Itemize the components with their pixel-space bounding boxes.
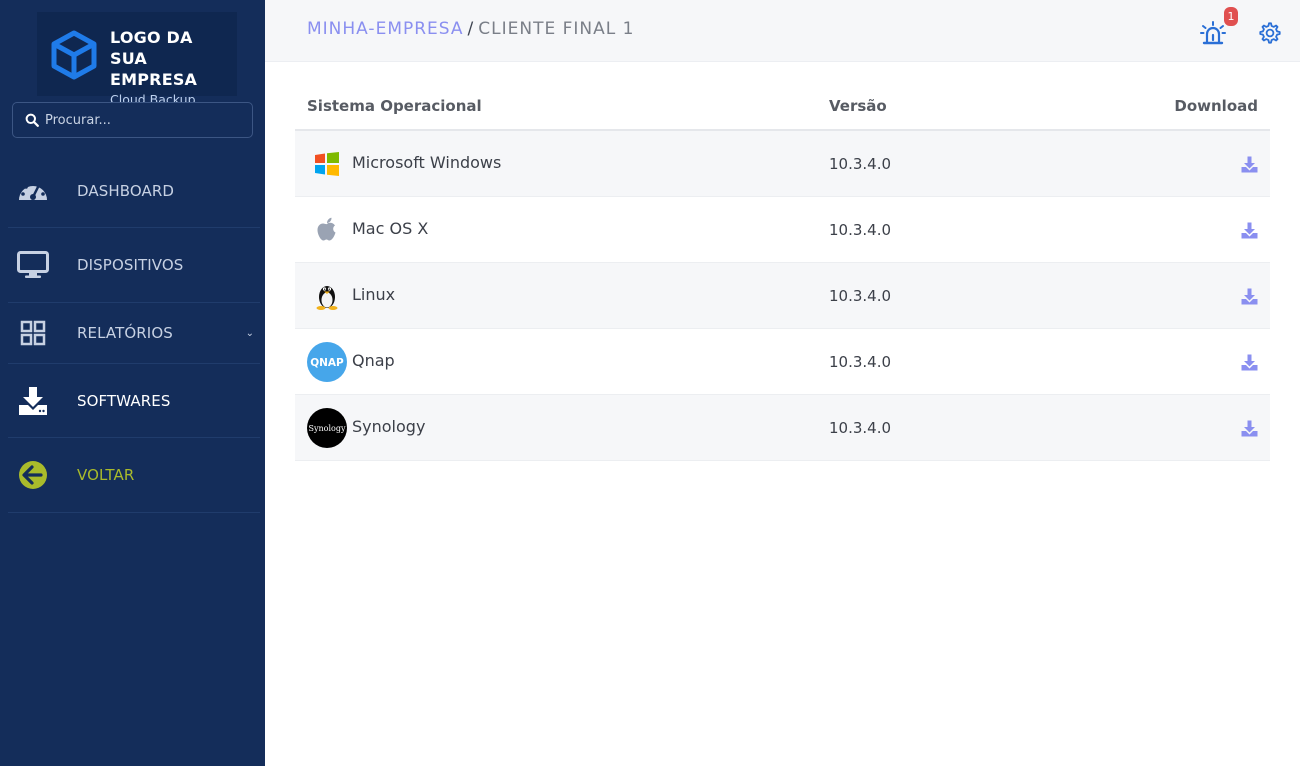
- arrow-left-circle-icon: [16, 458, 50, 492]
- table-header: Sistema Operacional Versão Download: [295, 82, 1270, 131]
- download-icon[interactable]: [1241, 288, 1258, 305]
- sidebar: LOGO DA SUA EMPRESA Cloud Backup DASHBOA…: [0, 0, 265, 766]
- column-header-version: Versão: [829, 97, 887, 115]
- sidebar-item-voltar[interactable]: VOLTAR: [8, 438, 260, 513]
- os-name: Synology: [352, 417, 426, 436]
- sidebar-item-label: DISPOSITIVOS: [77, 256, 184, 274]
- breadcrumb: MINHA-EMPRESA / CLIENTE FINAL 1: [307, 19, 634, 39]
- gear-icon[interactable]: [1258, 21, 1282, 45]
- column-header-download: Download: [1174, 97, 1258, 115]
- version: 10.3.4.0: [829, 287, 892, 305]
- top-header: MINHA-EMPRESA / CLIENTE FINAL 1 1: [265, 0, 1300, 62]
- qnap-logo-icon: QNAP: [307, 342, 347, 382]
- grid-icon: [16, 316, 50, 350]
- tux-penguin-icon: [307, 276, 347, 316]
- windows-logo-icon: [307, 144, 347, 184]
- search-input[interactable]: [45, 112, 235, 128]
- cube-icon: [51, 30, 97, 80]
- sidebar-item-label: SOFTWARES: [77, 391, 171, 410]
- table-row: Mac OS X 10.3.4.0: [295, 197, 1270, 263]
- column-header-os: Sistema Operacional: [307, 97, 482, 115]
- table-row: Synology Synology 10.3.4.0: [295, 395, 1270, 461]
- chevron-down-icon[interactable]: ⌄: [246, 328, 254, 339]
- sidebar-item-label: DASHBOARD: [77, 181, 175, 200]
- qnap-logo-text: QNAP: [310, 357, 344, 369]
- sidebar-item-softwares[interactable]: SOFTWARES: [8, 364, 260, 438]
- download-icon[interactable]: [1241, 156, 1258, 173]
- sidebar-item-relatorios[interactable]: RELATÓRIOS ⌄: [8, 303, 260, 364]
- version: 10.3.4.0: [829, 419, 892, 437]
- table-row: Linux 10.3.4.0: [295, 263, 1270, 329]
- sidebar-item-label: RELATÓRIOS: [77, 324, 173, 342]
- version: 10.3.4.0: [829, 155, 892, 173]
- logo-line2: SUA EMPRESA: [110, 49, 198, 89]
- download-icon[interactable]: [1241, 420, 1258, 437]
- os-name: Microsoft Windows: [352, 153, 502, 172]
- download-icon[interactable]: [1241, 354, 1258, 371]
- download-tray-icon: [16, 384, 50, 418]
- os-name: Qnap: [352, 351, 395, 370]
- search-box: [12, 102, 253, 138]
- software-table: Sistema Operacional Versão Download Micr…: [295, 82, 1270, 461]
- notification-badge: 1: [1224, 7, 1238, 26]
- sidebar-item-dispositivos[interactable]: DISPOSITIVOS: [8, 228, 260, 303]
- table-row: QNAP Qnap 10.3.4.0: [295, 329, 1270, 395]
- sidebar-item-dashboard[interactable]: DASHBOARD: [8, 154, 260, 228]
- version: 10.3.4.0: [829, 353, 892, 371]
- sidebar-item-label: VOLTAR: [77, 466, 135, 484]
- logo-text: LOGO DA SUA EMPRESA Cloud Backup: [110, 27, 237, 110]
- search-icon: [25, 113, 39, 127]
- siren-alert-icon[interactable]: [1200, 20, 1226, 46]
- version: 10.3.4.0: [829, 221, 892, 239]
- monitor-icon: [16, 248, 50, 282]
- apple-logo-icon: [307, 210, 347, 250]
- breadcrumb-current: CLIENTE FINAL 1: [478, 19, 635, 39]
- os-name: Mac OS X: [352, 219, 429, 238]
- breadcrumb-separator: /: [467, 19, 475, 39]
- synology-logo-icon: Synology: [307, 408, 347, 448]
- download-icon[interactable]: [1241, 222, 1258, 239]
- os-name: Linux: [352, 285, 396, 304]
- table-row: Microsoft Windows 10.3.4.0: [295, 131, 1270, 197]
- company-logo[interactable]: LOGO DA SUA EMPRESA Cloud Backup: [37, 12, 237, 107]
- gauge-icon: [16, 174, 50, 208]
- synology-logo-text: Synology: [309, 424, 346, 433]
- logo-line1: LOGO DA: [110, 28, 193, 47]
- breadcrumb-link-company[interactable]: MINHA-EMPRESA: [307, 19, 464, 39]
